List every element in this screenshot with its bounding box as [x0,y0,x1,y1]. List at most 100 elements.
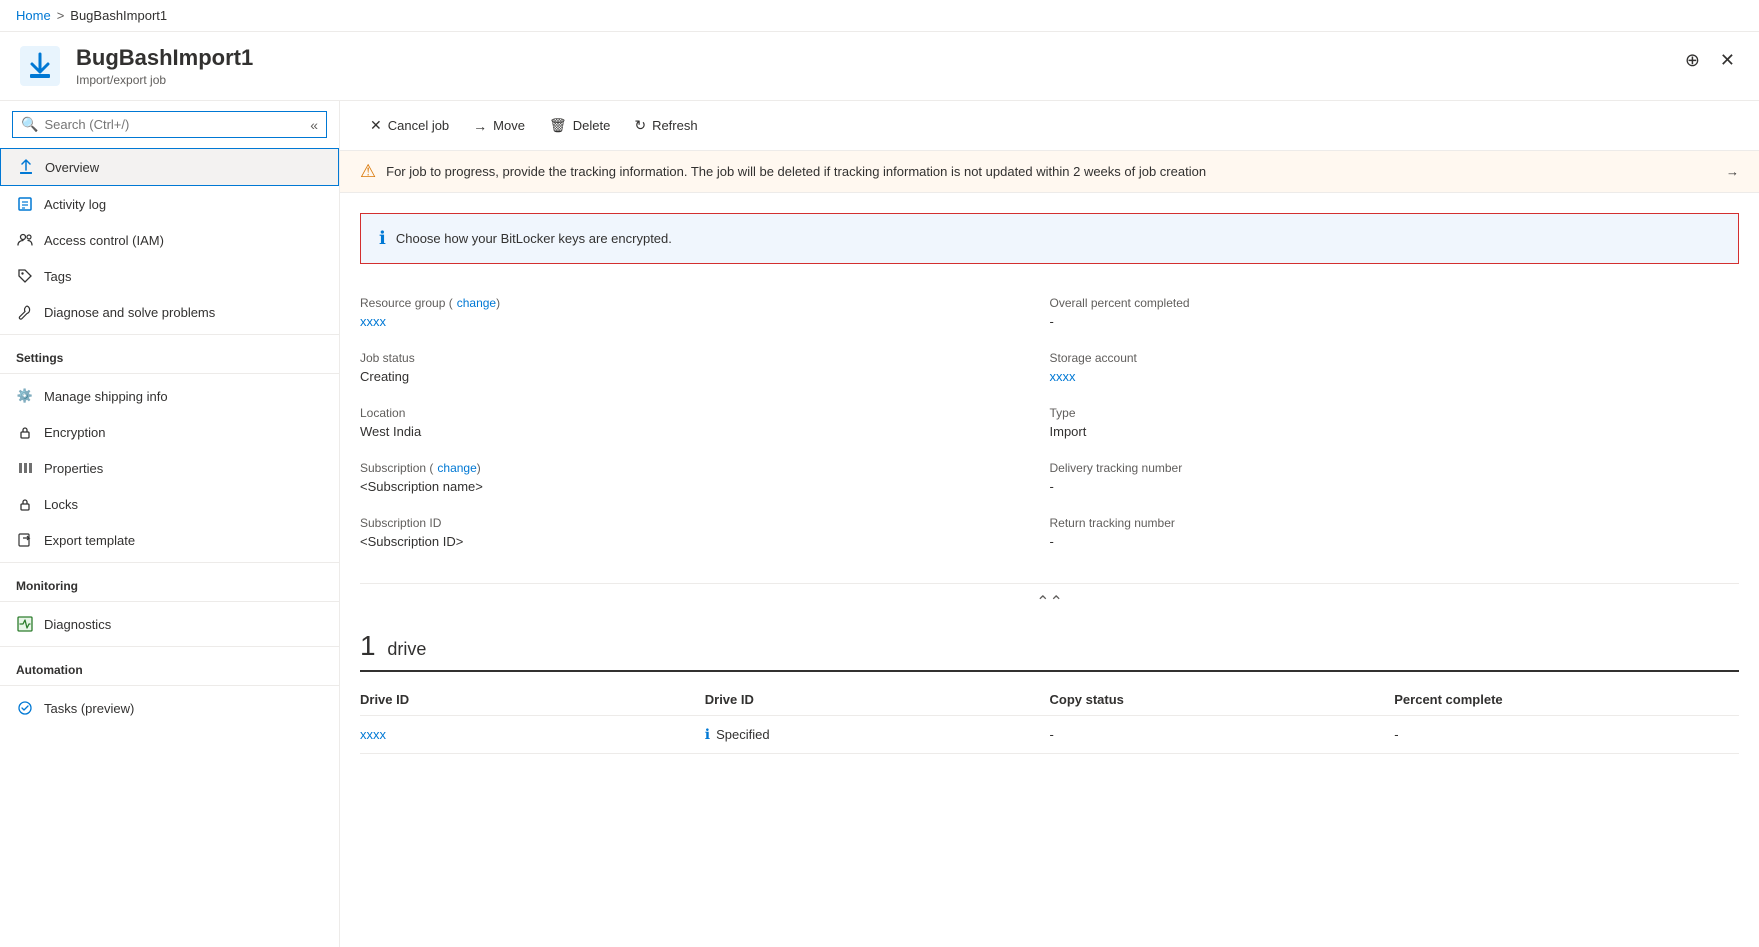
resource-group-label: Resource group (change) [360,296,1050,310]
resource-icon [16,42,64,90]
cancel-job-button[interactable]: ✕ Cancel job [360,111,459,140]
sidebar-item-tags[interactable]: Tags [0,258,339,294]
sidebar-item-manage-shipping[interactable]: ⚙️ Manage shipping info [0,378,339,414]
breadcrumb-separator: > [57,8,65,23]
content-body: ℹ Choose how your BitLocker keys are enc… [340,193,1759,947]
search-input[interactable] [44,117,310,132]
sidebar-divider-2 [0,562,339,563]
subscription-id-label: Subscription ID [360,516,1050,530]
sidebar-item-diagnose[interactable]: Diagnose and solve problems [0,294,339,330]
pin-button[interactable]: ⊕ [1681,46,1704,75]
return-tracking-value: - [1050,534,1740,549]
page-header: BugBashImport1 Import/export job ⊕ ✕ [0,32,1759,101]
delete-label: Delete [573,118,611,133]
delivery-tracking-label: Delivery tracking number [1050,461,1740,475]
sidebar-item-activity-log[interactable]: Activity log [0,186,339,222]
cell-copy-status: - [1050,716,1395,754]
sidebar-divider-monitoring [0,601,339,602]
activity-icon [16,195,34,213]
info-box: ℹ Choose how your BitLocker keys are enc… [360,213,1739,264]
cancel-job-label: Cancel job [388,118,449,133]
people-icon [16,231,34,249]
search-container[interactable]: 🔍 « [12,111,327,138]
cell-specified: ℹ Specified [705,716,1050,754]
gear-icon: ⚙️ [16,387,34,405]
sidebar-item-overview[interactable]: Overview [0,148,339,186]
return-tracking-label: Return tracking number [1050,516,1740,530]
sidebar-item-locks[interactable]: Locks [0,486,339,522]
pin-icon: ⊕ [1685,50,1700,70]
close-icon: ✕ [1720,50,1735,70]
collapse-sidebar-button[interactable]: « [310,117,318,133]
sidebar-divider-automation [0,685,339,686]
storage-account-item: Storage account xxxx [1050,343,1740,398]
warning-arrow-icon: → [1726,164,1739,179]
sidebar-item-tasks[interactable]: Tasks (preview) [0,690,339,726]
move-button[interactable]: → Move [463,112,535,140]
automation-section-label: Automation [0,651,339,681]
header-text: BugBashImport1 Import/export job [76,45,253,87]
location-item: Location West India [360,398,1050,453]
sidebar: 🔍 « Overview Activity log [0,101,340,947]
specified-badge: ℹ Specified [705,726,770,743]
drive-table: Drive ID Drive ID Copy status Percent co… [360,684,1739,754]
sidebar-item-access-control[interactable]: Access control (IAM) [0,222,339,258]
drive-unit: drive [387,639,426,659]
collapse-arrows-icon: ⌃⌃ [1036,592,1063,612]
drive-id-link[interactable]: xxxx [360,727,386,742]
col-header-copy-status: Copy status [1050,684,1395,716]
delete-button[interactable]: 🗑 Delete [539,111,620,140]
sidebar-item-export-template[interactable]: Export template [0,522,339,558]
close-button[interactable]: ✕ [1716,46,1739,75]
col-header-drive-id-2: Drive ID [705,684,1050,716]
col-header-percent-complete: Percent complete [1394,684,1739,716]
subscription-id-value: <Subscription ID> [360,534,1050,549]
lock-icon [16,423,34,441]
storage-account-value[interactable]: xxxx [1050,369,1076,384]
delete-icon: 🗑 [549,117,567,134]
specified-label: Specified [716,727,769,742]
info-icon: ℹ [379,228,386,249]
sidebar-divider-3 [0,646,339,647]
subscription-change-link[interactable]: change [437,461,476,475]
sidebar-item-label-iam: Access control (IAM) [44,233,164,248]
sidebar-item-label-properties: Properties [44,461,103,476]
diagnostics-icon [16,615,34,633]
delivery-tracking-item: Delivery tracking number - [1050,453,1740,508]
wrench-icon [16,303,34,321]
return-tracking-item: Return tracking number - [1050,508,1740,563]
table-row: xxxx ℹ Specified - - [360,716,1739,754]
content-area: ✕ Cancel job → Move 🗑 Delete ↻ Refresh [340,101,1759,947]
warning-text: For job to progress, provide the trackin… [386,164,1206,179]
overall-percent-item: Overall percent completed - [1050,288,1740,343]
type-label: Type [1050,406,1740,420]
sidebar-item-label-diagnostics: Diagnostics [44,617,111,632]
sidebar-item-encryption[interactable]: Encryption [0,414,339,450]
sidebar-item-label-locks: Locks [44,497,78,512]
overall-percent-label: Overall percent completed [1050,296,1740,310]
cell-percent-complete: - [1394,716,1739,754]
resource-group-value[interactable]: xxxx [360,314,386,329]
drive-number: 1 [360,630,376,661]
page-title: BugBashImport1 [76,45,253,71]
breadcrumb-home[interactable]: Home [16,8,51,23]
refresh-label: Refresh [652,118,698,133]
sidebar-item-label-activity: Activity log [44,197,106,212]
resource-group-change-link[interactable]: change [457,296,496,310]
sidebar-item-label-shipping: Manage shipping info [44,389,168,404]
refresh-button[interactable]: ↻ Refresh [624,111,707,140]
sidebar-item-properties[interactable]: Properties [0,450,339,486]
upload-icon [17,158,35,176]
toolbar: ✕ Cancel job → Move 🗑 Delete ↻ Refresh [340,101,1759,151]
main-layout: 🔍 « Overview Activity log [0,101,1759,947]
job-status-value: Creating [360,369,1050,384]
type-item: Type Import [1050,398,1740,453]
storage-account-label: Storage account [1050,351,1740,365]
sidebar-item-diagnostics[interactable]: Diagnostics [0,606,339,642]
detail-col-right: Overall percent completed - Storage acco… [1050,288,1740,563]
overall-percent-value: - [1050,314,1740,329]
collapse-row: ⌃⌃ [360,583,1739,620]
sidebar-item-label-tags: Tags [44,269,71,284]
delivery-tracking-value: - [1050,479,1740,494]
info-text: Choose how your BitLocker keys are encry… [396,231,672,246]
